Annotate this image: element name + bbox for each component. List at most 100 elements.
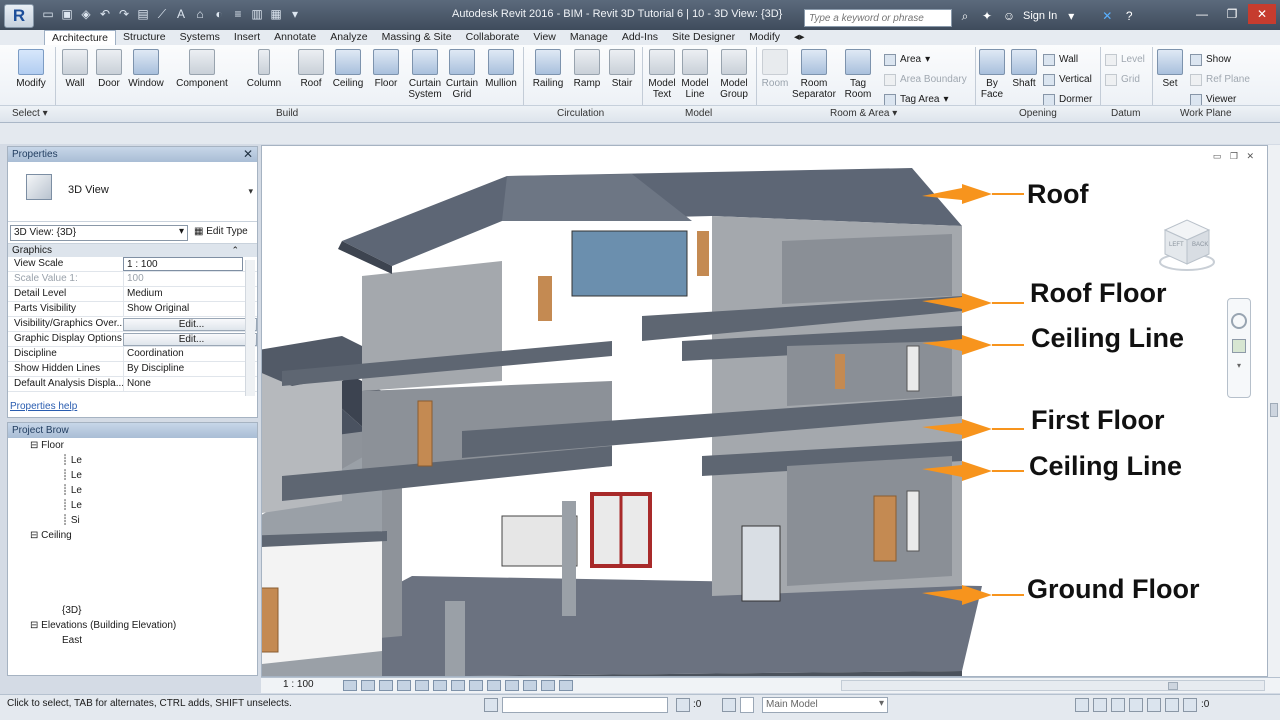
area-button[interactable]: Area ▾ (884, 50, 967, 70)
door-button[interactable]: Door (94, 49, 124, 89)
design-option-toggle[interactable] (740, 697, 754, 713)
tree-node[interactable]: ⊟ Floor (8, 438, 257, 453)
vertical-opening-button[interactable]: Vertical (1043, 70, 1092, 90)
exchange-apps-icon[interactable]: ✕ (1099, 8, 1115, 24)
chevron-down-icon[interactable]: ▾ (1235, 361, 1243, 370)
tab-view[interactable]: View (526, 30, 563, 45)
worksets-icon[interactable] (484, 698, 498, 712)
properties-scrollbar[interactable] (245, 260, 255, 396)
grid-button[interactable]: Grid (1105, 70, 1145, 90)
viewport-horizontal-scrollbar[interactable] (841, 680, 1265, 691)
viewport-vertical-scrollbar[interactable] (1268, 145, 1280, 677)
design-options-icon[interactable] (722, 698, 736, 712)
close-icon[interactable]: ✕ (1248, 4, 1276, 24)
show-crop-icon[interactable] (469, 680, 483, 691)
crop-view-icon[interactable] (451, 680, 465, 691)
save-icon[interactable]: ▣ (59, 6, 75, 22)
thin-lines-icon[interactable]: ≡ (230, 6, 246, 22)
wall-opening-button[interactable]: Wall (1043, 50, 1092, 70)
revit-logo-icon[interactable]: R (4, 4, 34, 28)
tree-node[interactable]: ┊ Le (8, 483, 257, 498)
tab-systems[interactable]: Systems (173, 30, 227, 45)
filter-icon[interactable] (1183, 698, 1197, 712)
section-icon[interactable]: ◐ (211, 6, 227, 22)
view-instance-select[interactable]: 3D View: {3D} ▾ (10, 225, 188, 241)
tree-node[interactable]: ┊ Si (8, 513, 257, 528)
ceiling-button[interactable]: Ceiling (330, 49, 366, 89)
tree-node[interactable]: East (8, 633, 257, 648)
view-scale-field[interactable]: 1 : 100 (123, 257, 243, 271)
edit-type-button[interactable]: ▦ Edit Type (194, 226, 248, 237)
lock-view-icon[interactable] (433, 680, 447, 691)
model-text-button[interactable]: Model Text (645, 49, 679, 100)
reveal-hidden-icon[interactable] (505, 680, 519, 691)
customize-qat-icon[interactable]: ▾ (287, 6, 303, 22)
model-line-button[interactable]: Model Line (680, 49, 710, 100)
mullion-button[interactable]: Mullion (482, 49, 520, 89)
measure-icon[interactable]: ⟋ (154, 6, 170, 22)
undo-icon[interactable]: ↶ (97, 6, 113, 22)
properties-help-link[interactable]: Properties help (10, 401, 77, 412)
main-model-select[interactable]: Main Model ▾ (762, 697, 888, 713)
print-icon[interactable]: ▤ (135, 6, 151, 22)
steering-wheel-icon[interactable] (1231, 313, 1247, 329)
background-process-icon[interactable] (1165, 698, 1179, 712)
room-button[interactable]: Room (760, 49, 790, 89)
detail-level-icon[interactable] (343, 680, 357, 691)
subscription-icon[interactable]: ✦ (979, 8, 995, 24)
temporary-view-icon[interactable] (523, 680, 537, 691)
by-face-button[interactable]: By Face (978, 49, 1006, 100)
level-button[interactable]: Level (1105, 50, 1145, 70)
select-dropdown[interactable]: Select ▾ (12, 108, 48, 119)
tree-node[interactable]: ┊ Le (8, 468, 257, 483)
text-icon[interactable]: A (173, 6, 189, 22)
navigation-bar[interactable]: ▾ (1227, 298, 1251, 398)
close-hidden-icon[interactable]: ▥ (249, 6, 265, 22)
ref-plane-button[interactable]: Ref Plane (1190, 70, 1250, 90)
type-selector[interactable]: 3D View ▾ (8, 162, 257, 222)
ribbon-minimize-icon[interactable]: ◂▸ (787, 30, 812, 45)
tab-manage[interactable]: Manage (563, 30, 615, 45)
workset-field[interactable] (502, 697, 668, 713)
tree-node[interactable]: ┊ Le (8, 498, 257, 513)
user-icon[interactable]: ☺ (1001, 8, 1017, 24)
maximize-icon[interactable]: ❐ (1218, 4, 1246, 24)
visual-style-icon[interactable] (361, 680, 375, 691)
sun-path-icon[interactable] (379, 680, 393, 691)
column-button[interactable]: Column (244, 49, 284, 89)
tab-collaborate[interactable]: Collaborate (459, 30, 527, 45)
graphics-group-header[interactable]: Graphics ⌃ (8, 244, 257, 257)
panel-title-room-area[interactable]: Room & Area ▾ (830, 108, 897, 119)
tree-node[interactable]: ┊ Le (8, 453, 257, 468)
curtain-grid-button[interactable]: Curtain Grid (444, 49, 480, 100)
scroll-thumb[interactable] (1270, 403, 1278, 417)
editable-only-icon[interactable] (676, 698, 690, 712)
modify-button[interactable]: Modify (13, 49, 49, 89)
stair-button[interactable]: Stair (607, 49, 637, 89)
viewcube[interactable]: LEFT BACK (1159, 216, 1215, 272)
tab-annotate[interactable]: Annotate (267, 30, 323, 45)
sync-icon[interactable]: ◈ (78, 6, 94, 22)
model-group-button[interactable]: Model Group (716, 49, 752, 100)
binoculars-icon[interactable]: ⌕ (957, 8, 973, 24)
set-work-plane-button[interactable]: Set (1156, 49, 1184, 89)
component-button[interactable]: Component (172, 49, 232, 89)
select-links-icon[interactable] (1075, 698, 1089, 712)
roof-button[interactable]: Roof (296, 49, 326, 89)
redo-icon[interactable]: ↷ (116, 6, 132, 22)
help-icon[interactable]: ? (1121, 8, 1137, 24)
render-icon[interactable] (415, 680, 429, 691)
ramp-button[interactable]: Ramp (572, 49, 602, 89)
tag-room-button[interactable]: Tag Room (842, 49, 874, 100)
tree-node[interactable]: ⊟ Ceiling (8, 528, 257, 543)
3d-view-icon[interactable]: ⌂ (192, 6, 208, 22)
select-by-face-icon[interactable] (1129, 698, 1143, 712)
drag-elements-icon[interactable] (1147, 698, 1161, 712)
open-icon[interactable]: ▭ (40, 6, 56, 22)
tab-massing-site[interactable]: Massing & Site (375, 30, 459, 45)
tree-node[interactable]: {3D} (8, 603, 257, 618)
tab-structure[interactable]: Structure (116, 30, 173, 45)
shaft-button[interactable]: Shaft (1009, 49, 1039, 89)
railing-button[interactable]: Railing (531, 49, 565, 89)
select-pinned-icon[interactable] (1111, 698, 1125, 712)
